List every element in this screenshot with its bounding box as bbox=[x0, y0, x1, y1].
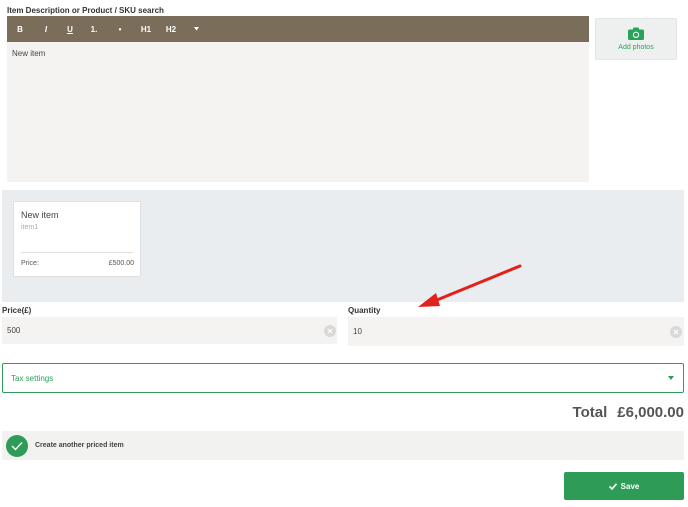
description-editor[interactable]: New item bbox=[7, 42, 589, 182]
save-button[interactable]: Save bbox=[564, 472, 684, 500]
ordered-list-button[interactable]: 1. bbox=[89, 16, 99, 42]
quantity-clear-button[interactable] bbox=[670, 325, 682, 338]
total-label: Total bbox=[572, 404, 608, 421]
price-label: Price(£) bbox=[2, 306, 32, 315]
save-label: Save bbox=[620, 481, 640, 491]
editor-content: New item bbox=[12, 49, 46, 58]
caret-down-icon bbox=[668, 376, 674, 380]
bold-button[interactable]: B bbox=[15, 16, 25, 42]
camera-icon bbox=[628, 27, 644, 40]
card-price-label: Price: bbox=[21, 260, 39, 267]
price-clear-button[interactable] bbox=[324, 324, 336, 337]
caret-down-icon bbox=[193, 27, 199, 31]
card-title: New item bbox=[21, 210, 59, 220]
clear-icon bbox=[327, 328, 333, 333]
create-another-label: Create another priced item bbox=[35, 442, 124, 449]
check-icon bbox=[608, 482, 617, 490]
heading1-button[interactable]: H1 bbox=[139, 16, 153, 42]
card-sku: item1 bbox=[21, 224, 39, 231]
price-value: 500 bbox=[7, 326, 21, 335]
check-circle-icon bbox=[6, 434, 28, 457]
description-label: Item Description or Product / SKU search bbox=[7, 6, 164, 15]
clear-icon bbox=[673, 329, 679, 334]
italic-button[interactable]: I bbox=[41, 16, 51, 42]
card-price-value: £500.00 bbox=[108, 260, 134, 267]
bullet-list-button[interactable]: • bbox=[115, 16, 125, 42]
editor-toolbar: B I U 1. • H1 H2 bbox=[7, 16, 589, 42]
quantity-input[interactable]: 10 bbox=[348, 317, 684, 346]
total-display: Total £6,000.00 bbox=[573, 404, 684, 421]
underline-button[interactable]: U bbox=[65, 16, 75, 42]
heading2-button[interactable]: H2 bbox=[164, 16, 178, 42]
quantity-label: Quantity bbox=[348, 306, 381, 315]
more-formats-button[interactable] bbox=[191, 16, 201, 42]
card-divider bbox=[21, 252, 133, 253]
item-preview-area: New item item1 Price: £500.00 bbox=[2, 190, 684, 302]
create-another-item-toggle[interactable]: Create another priced item bbox=[2, 431, 684, 460]
tax-settings-dropdown[interactable]: Tax settings bbox=[2, 363, 684, 393]
total-value: £6,000.00 bbox=[617, 404, 684, 421]
price-input[interactable]: 500 bbox=[2, 317, 337, 344]
annotation-arrow bbox=[418, 264, 522, 307]
tax-settings-label: Tax settings bbox=[11, 373, 54, 383]
add-photos-button[interactable]: Add photos bbox=[595, 18, 677, 60]
add-photos-label: Add photos bbox=[618, 44, 654, 51]
quantity-value: 10 bbox=[353, 327, 362, 336]
item-card[interactable]: New item item1 Price: £500.00 bbox=[13, 201, 141, 277]
